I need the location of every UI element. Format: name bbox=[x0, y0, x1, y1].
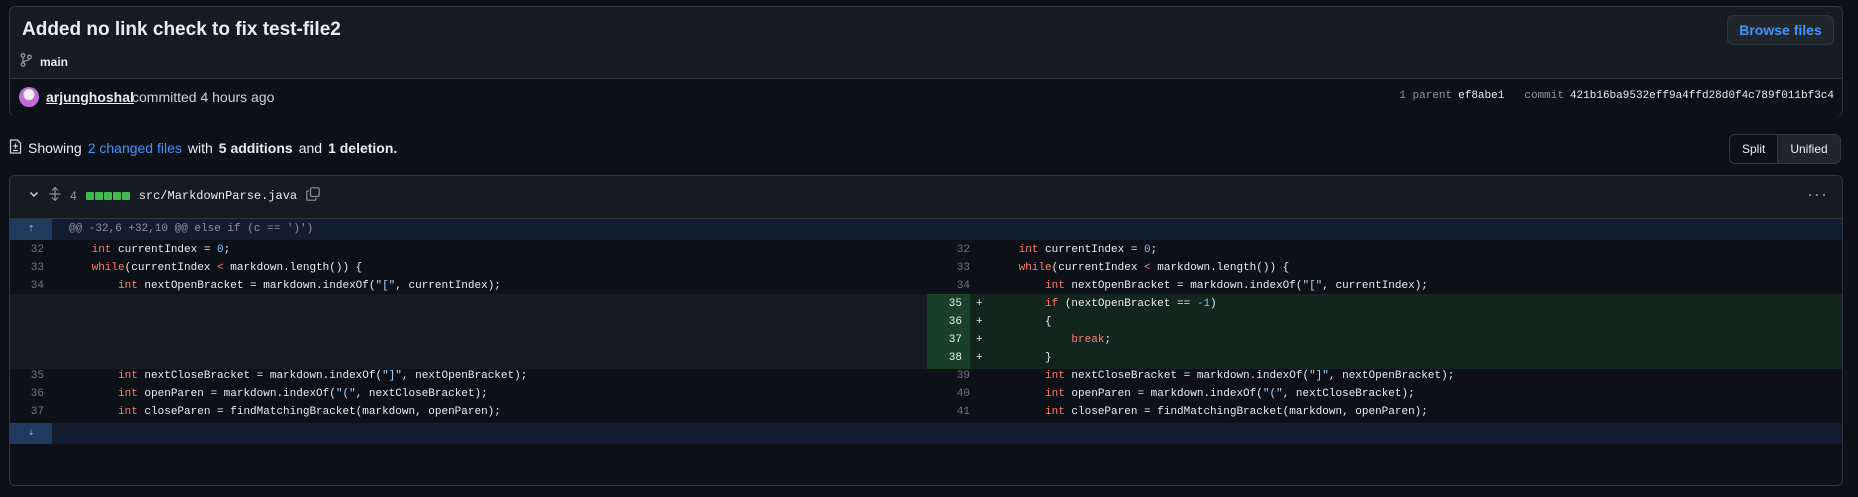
commit-title: Added no link check to fix test-file2 bbox=[22, 19, 341, 40]
diffstat-bar bbox=[85, 191, 130, 200]
collapse-chevron-icon[interactable] bbox=[28, 188, 40, 203]
commit-label: commit bbox=[1524, 90, 1564, 102]
stats-with: with bbox=[187, 140, 213, 156]
more-options-icon[interactable]: ··· bbox=[1807, 184, 1828, 205]
author-link[interactable]: arjunghoshal bbox=[46, 89, 134, 105]
expand-row: ⇣ bbox=[10, 423, 1842, 444]
diff-stats: Showing 2 changed files with 5 additions… bbox=[9, 139, 397, 157]
file-diff: 4 src/MarkdownParse.java ··· ⇡ @@ -32,6 … bbox=[9, 175, 1843, 486]
stats-and: and bbox=[298, 140, 323, 156]
changed-files-link[interactable]: 2 changed files bbox=[88, 140, 182, 156]
split-view-button[interactable]: Split bbox=[1730, 135, 1777, 163]
additions-count: 5 additions bbox=[218, 140, 293, 156]
parent-sha-link[interactable]: ef8abe1 bbox=[1458, 90, 1504, 102]
parent-label: 1 parent bbox=[1399, 90, 1453, 102]
line-number[interactable]: 37 bbox=[10, 402, 44, 423]
change-count: 4 bbox=[70, 188, 77, 203]
diff-row: 37 int closeParen = findMatchingBracket(… bbox=[10, 402, 1842, 423]
author-row: arjunghoshal committed 4 hours ago 1 par… bbox=[10, 78, 1842, 116]
commit-sha: 421b16ba9532eff9a4ffd28d0f4c789f011bf3c4 bbox=[1569, 90, 1834, 102]
diff-view-toggle: Split Unified bbox=[1729, 134, 1841, 164]
expand-down-icon[interactable]: ⇣ bbox=[10, 423, 52, 444]
file-diff-icon bbox=[9, 139, 22, 157]
expand-up-icon[interactable]: ⇡ bbox=[10, 219, 52, 240]
stats-showing: Showing bbox=[28, 140, 82, 156]
line-number[interactable]: 41 bbox=[936, 402, 970, 423]
copy-icon[interactable] bbox=[306, 187, 320, 204]
code-line: int closeParen = findMatchingBracket(mar… bbox=[118, 406, 501, 418]
avatar[interactable] bbox=[19, 87, 39, 107]
commit-time-text: committed 4 hours ago bbox=[132, 89, 275, 105]
hunk-header-text: @@ -32,6 +32,10 @@ else if (c == ')') bbox=[69, 223, 314, 235]
code-line: int closeParen = findMatchingBracket(mar… bbox=[1045, 406, 1428, 418]
unified-view-button[interactable]: Unified bbox=[1777, 135, 1840, 163]
hunk-header: ⇡ @@ -32,6 +32,10 @@ else if (c == ')') bbox=[10, 219, 1842, 240]
browse-files-button[interactable]: Browse files bbox=[1727, 15, 1834, 45]
commit-header: Added no link check to fix test-file2 Br… bbox=[9, 6, 1843, 116]
expand-all-icon[interactable] bbox=[49, 186, 61, 204]
commit-meta: 1 parent ef8abe1 commit 421b16ba9532eff9… bbox=[1399, 90, 1834, 102]
branch-name[interactable]: main bbox=[40, 55, 68, 69]
branch-info: main bbox=[20, 53, 68, 70]
file-header: 4 src/MarkdownParse.java ··· bbox=[10, 176, 1842, 219]
deletions-count: 1 deletion. bbox=[328, 140, 398, 156]
file-path[interactable]: src/MarkdownParse.java bbox=[139, 189, 297, 203]
git-branch-icon bbox=[20, 53, 32, 70]
